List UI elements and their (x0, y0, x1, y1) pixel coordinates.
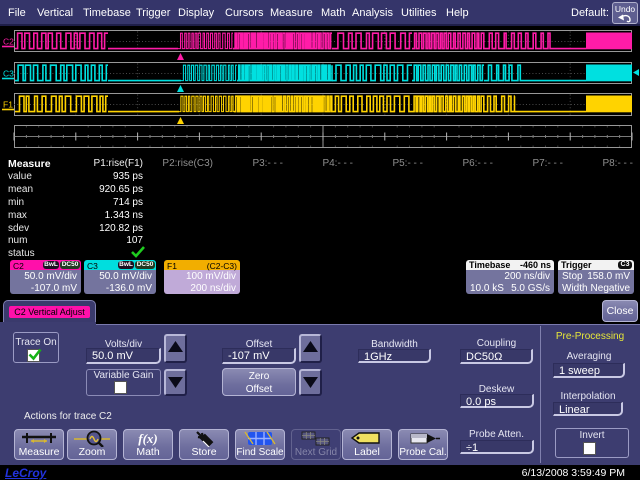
svg-text:C2: C2 (3, 37, 14, 47)
svg-text:C3: C3 (3, 69, 14, 79)
svg-text:F1: F1 (3, 100, 13, 110)
